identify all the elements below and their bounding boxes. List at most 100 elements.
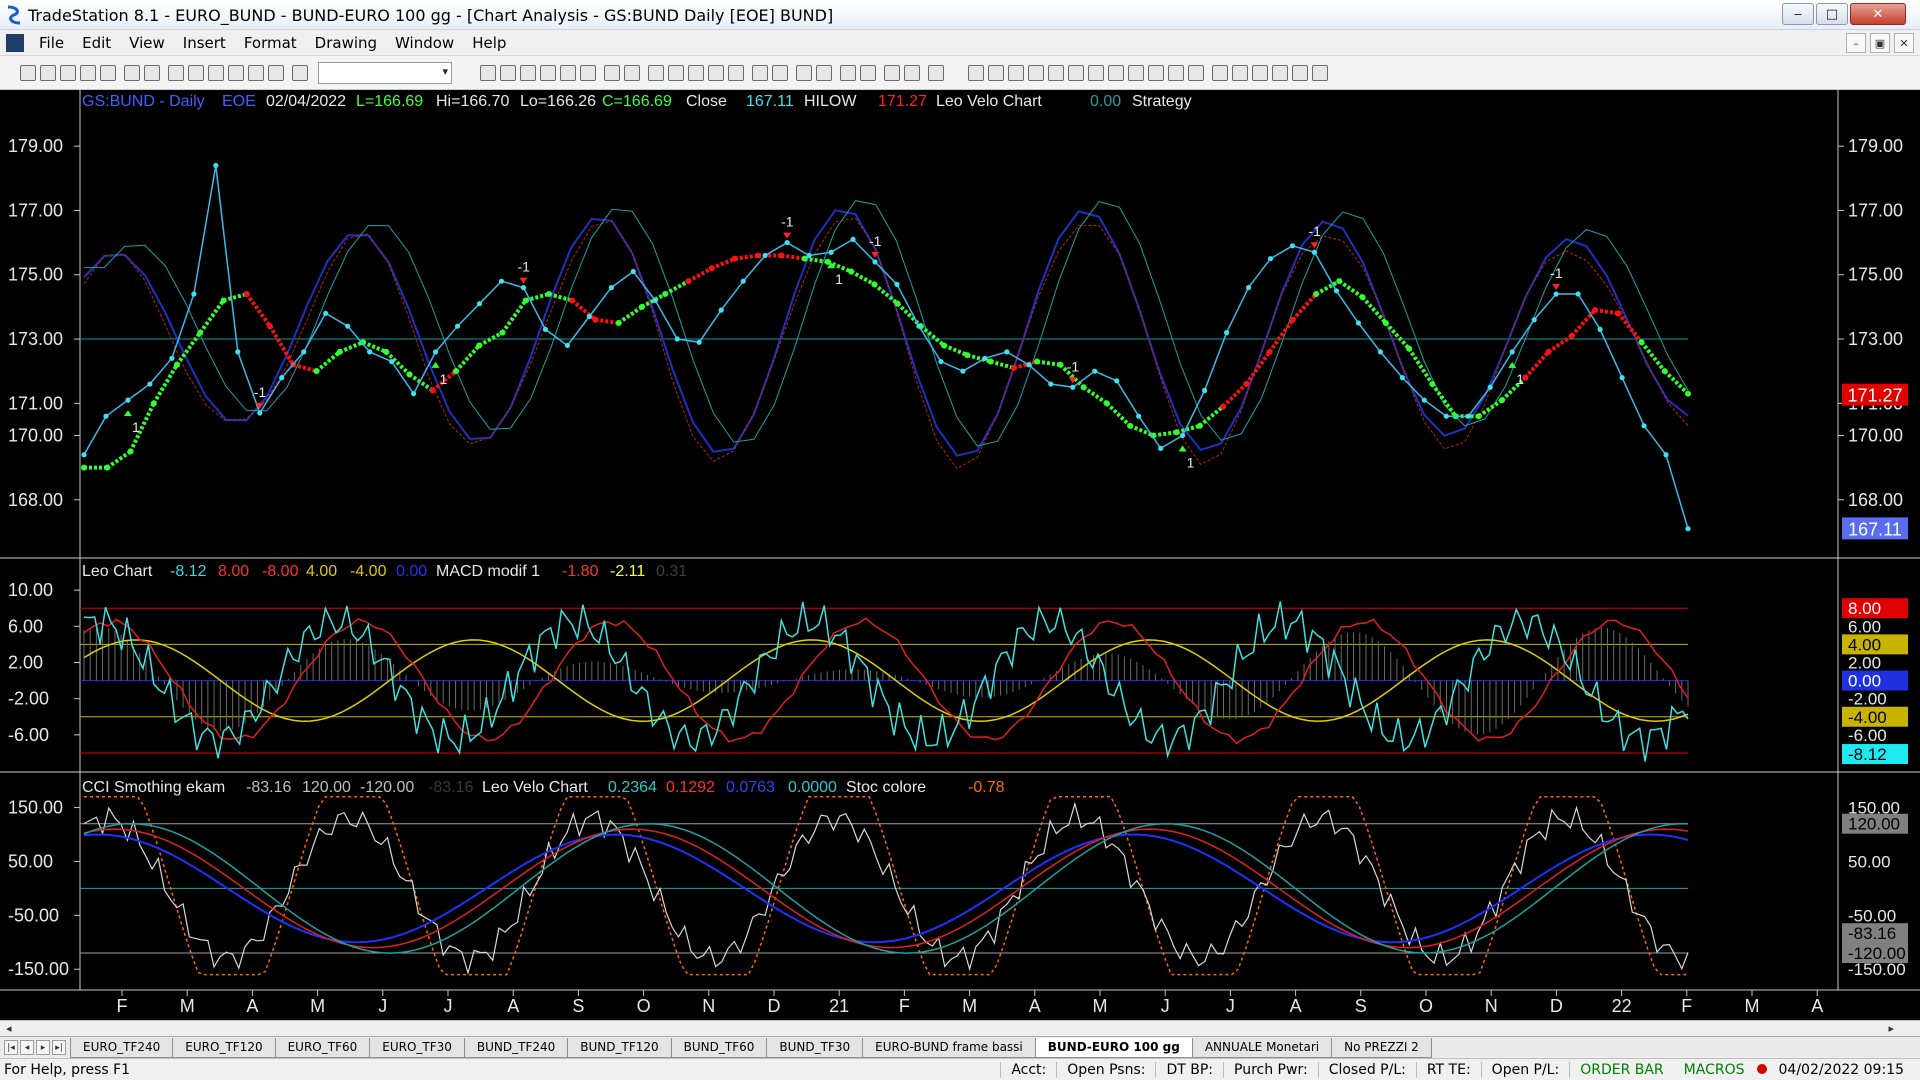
toolbar-tool-icon[interactable] [540, 65, 556, 81]
menu-drawing[interactable]: Drawing [306, 34, 386, 52]
tradestation-logo-icon [7, 5, 21, 25]
toolbar-tool-icon[interactable] [796, 65, 812, 81]
toolbar-tool-icon[interactable] [20, 65, 36, 81]
workspace-tab[interactable]: No PREZZI 2 [1331, 1038, 1432, 1058]
workspace-tab[interactable]: BUND_TF30 [766, 1038, 864, 1058]
toolbar-tool-icon[interactable] [1008, 65, 1024, 81]
toolbar-tool-icon[interactable] [1148, 65, 1164, 81]
toolbar-tool-icon[interactable] [500, 65, 516, 81]
toolbar-tool-icon[interactable] [816, 65, 832, 81]
chart-analysis[interactable]: 179.00 179.00 177.00 177.00 175.00 175.00 173.… [0, 90, 1920, 1020]
workspace-tab[interactable]: BUND_TF120 [567, 1038, 672, 1058]
x-axis-month-label: M [180, 996, 195, 1016]
toolbar-tool-icon[interactable] [928, 65, 944, 81]
mdi-restore-button[interactable]: ▣ [1870, 33, 1890, 53]
toolbar-tool-icon[interactable] [624, 65, 640, 81]
toolbar-tool-icon[interactable] [1252, 65, 1268, 81]
toolbar-tool-icon[interactable] [1048, 65, 1064, 81]
toolbar-tool-icon[interactable] [208, 65, 224, 81]
toolbar-tool-icon[interactable] [40, 65, 56, 81]
toolbar-tool-icon[interactable] [124, 65, 140, 81]
minimize-button[interactable]: ‒ [1782, 3, 1814, 25]
menu-help[interactable]: Help [463, 34, 515, 52]
toolbar-tool-icon[interactable] [668, 65, 684, 81]
toolbar-tool-icon[interactable] [904, 65, 920, 81]
workspace-tab[interactable]: ANNUALE Monetari [1191, 1038, 1333, 1058]
menu-insert[interactable]: Insert [174, 34, 235, 52]
toolbar-tool-icon[interactable] [968, 65, 984, 81]
toolbar-tool-icon[interactable] [1088, 65, 1104, 81]
hilow-segment [1176, 423, 1201, 435]
order-bar-button[interactable]: ORDER BAR [1569, 1062, 1673, 1078]
toolbar-tool-icon[interactable] [80, 65, 96, 81]
toolbar-tool-icon[interactable] [1128, 65, 1144, 81]
macros-button[interactable]: MACROS [1674, 1062, 1755, 1078]
toolbar-tool-icon[interactable] [1188, 65, 1204, 81]
workspace-tab[interactable]: EURO_TF120 [172, 1038, 276, 1058]
maximize-button[interactable]: □ [1816, 3, 1848, 25]
menu-edit[interactable]: Edit [73, 34, 120, 52]
toolbar-tool-icon[interactable] [884, 65, 900, 81]
chart-canvas[interactable]: 179.00 179.00 177.00 177.00 175.00 175.00 173.… [0, 90, 1920, 1020]
workspace-tab[interactable]: EURO_TF30 [369, 1038, 465, 1058]
toolbar-tool-icon[interactable] [580, 65, 596, 81]
toolbar-tool-icon[interactable] [100, 65, 116, 81]
toolbar-tool-icon[interactable] [480, 65, 496, 81]
toolbar-tool-icon[interactable] [772, 65, 788, 81]
tab-last-button[interactable]: ▸| [52, 1040, 66, 1055]
scroll-left-icon[interactable]: ◂ [6, 1022, 12, 1035]
workspace-tab[interactable]: EURO_TF240 [70, 1038, 174, 1058]
menu-file[interactable]: File [30, 34, 73, 52]
toolbar-tool-icon[interactable] [1272, 65, 1288, 81]
mdi-close-button[interactable]: ✕ [1894, 33, 1914, 53]
workspace-tab[interactable]: BUND-EURO 100 gg [1034, 1038, 1193, 1058]
toolbar-tool-icon[interactable] [1028, 65, 1044, 81]
toolbar-tool-icon[interactable] [1108, 65, 1124, 81]
toolbar-tool-icon[interactable] [1232, 65, 1248, 81]
chevron-down-icon: ▾ [442, 65, 448, 78]
horizontal-scrollbar[interactable]: ◂ ▸ [0, 1020, 1920, 1036]
scroll-right-icon[interactable]: ▸ [1888, 1022, 1894, 1035]
workspace-tab[interactable]: BUND_TF240 [463, 1038, 569, 1058]
toolbar-tool-icon[interactable] [520, 65, 536, 81]
toolbar-tool-icon[interactable] [708, 65, 724, 81]
toolbar-tool-icon[interactable] [688, 65, 704, 81]
toolbar-combo[interactable]: ▾ [318, 62, 452, 84]
toolbar-tool-icon[interactable] [188, 65, 204, 81]
workspace-tab[interactable]: BUND_TF60 [670, 1038, 768, 1058]
tab-prev-button[interactable]: ◂ [20, 1040, 34, 1055]
toolbar-tool-icon[interactable] [268, 65, 284, 81]
hilow-segment [1523, 350, 1551, 379]
toolbar-tool-icon[interactable] [752, 65, 768, 81]
toolbar-tool-icon[interactable] [1292, 65, 1308, 81]
chart-window-icon[interactable] [6, 34, 24, 52]
workspace-tab[interactable]: EURO-BUND frame bassi [862, 1038, 1036, 1058]
toolbar-tool-icon[interactable] [1212, 65, 1228, 81]
close-button[interactable]: ✕ [1850, 3, 1906, 25]
mdi-minimize-button[interactable]: – [1846, 33, 1866, 53]
price-tag-label: 167.11 [1848, 519, 1902, 539]
toolbar-tool-icon[interactable] [860, 65, 876, 81]
tab-first-button[interactable]: |◂ [4, 1040, 18, 1055]
toolbar-tool-icon[interactable] [228, 65, 244, 81]
toolbar-tool-icon[interactable] [1068, 65, 1084, 81]
menu-format[interactable]: Format [235, 34, 306, 52]
menu-window[interactable]: Window [386, 34, 463, 52]
menu-view[interactable]: View [120, 34, 174, 52]
toolbar-tool-icon[interactable] [168, 65, 184, 81]
toolbar-tool-icon[interactable] [248, 65, 264, 81]
tab-next-button[interactable]: ▸ [36, 1040, 50, 1055]
toolbar-tool-icon[interactable] [604, 65, 620, 81]
toolbar-tool-icon[interactable] [560, 65, 576, 81]
toolbar-tool-icon[interactable] [60, 65, 76, 81]
toolbar-tool-icon[interactable] [728, 65, 744, 81]
toolbar-tool-icon[interactable] [144, 65, 160, 81]
toolbar-tool-icon[interactable] [840, 65, 856, 81]
workspace-tab[interactable]: EURO_TF60 [274, 1038, 371, 1058]
toolbar-tool-icon[interactable] [648, 65, 664, 81]
toolbar-tool-icon[interactable] [1168, 65, 1184, 81]
toolbar-tool-icon[interactable] [1312, 65, 1328, 81]
toolbar-tool-icon[interactable] [988, 65, 1004, 81]
price-axis-label-left: 170.00 [8, 425, 63, 445]
toolbar-tool-icon[interactable] [292, 65, 308, 81]
